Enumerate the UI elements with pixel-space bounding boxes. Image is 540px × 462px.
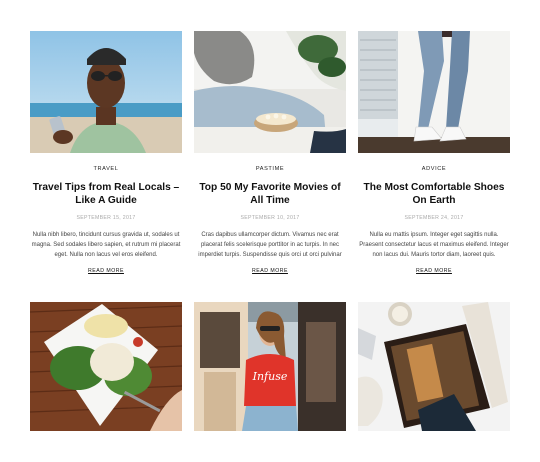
post-date: September 15, 2017 xyxy=(76,215,136,221)
post-thumbnail[interactable] xyxy=(358,302,510,431)
post-card xyxy=(30,302,182,431)
post-excerpt: Nulla nibh libero, tincidunt cursus grav… xyxy=(31,232,181,258)
post-title[interactable]: The Most Comfortable Shoes On Earth xyxy=(358,181,510,207)
photo-woman-red-shirt: Infuse xyxy=(194,302,346,431)
post-thumbnail[interactable] xyxy=(30,302,182,431)
read-more-link[interactable]: Read More xyxy=(194,268,346,274)
blog-grid: Travel Travel Tips from Real Locals – Li… xyxy=(30,31,510,431)
photo-salad-plate xyxy=(30,302,182,431)
posts-row: Travel Travel Tips from Real Locals – Li… xyxy=(30,31,510,274)
read-more-link[interactable]: Read More xyxy=(358,268,510,274)
post-thumbnail[interactable] xyxy=(358,31,510,153)
post-card: Pastime Top 50 My Favorite Movies of All… xyxy=(194,31,346,274)
shirt-text: Infuse xyxy=(252,370,288,383)
post-card: Advice The Most Comfortable Shoes On Ear… xyxy=(358,31,510,274)
post-date: September 24, 2017 xyxy=(404,215,464,221)
post-thumbnail[interactable] xyxy=(30,31,182,153)
post-thumbnail[interactable] xyxy=(194,31,346,153)
post-excerpt: Nulla eu mattis ipsum. Integer eget sagi… xyxy=(359,232,509,258)
post-excerpt: Cras dapibus ullamcorper dictum. Vivamus… xyxy=(198,232,342,258)
post-date: September 10, 2017 xyxy=(240,215,300,221)
photo-magazine-candle xyxy=(358,302,510,431)
post-title[interactable]: Top 50 My Favorite Movies of All Time xyxy=(194,181,346,207)
post-card xyxy=(358,302,510,431)
post-category[interactable]: Travel xyxy=(30,166,182,172)
post-card: Travel Travel Tips from Real Locals – Li… xyxy=(30,31,182,274)
posts-row: Infuse xyxy=(30,302,510,431)
post-category[interactable]: Pastime xyxy=(194,166,346,172)
photo-jeans-sneakers xyxy=(358,31,510,153)
read-more-link[interactable]: Read More xyxy=(30,268,182,274)
post-card: Infuse xyxy=(194,302,346,431)
post-thumbnail[interactable]: Infuse xyxy=(194,302,346,431)
post-category[interactable]: Advice xyxy=(358,166,510,172)
post-title[interactable]: Travel Tips from Real Locals – Like A Gu… xyxy=(30,181,182,207)
photo-man-sea xyxy=(30,31,182,153)
photo-popcorn xyxy=(194,31,346,153)
